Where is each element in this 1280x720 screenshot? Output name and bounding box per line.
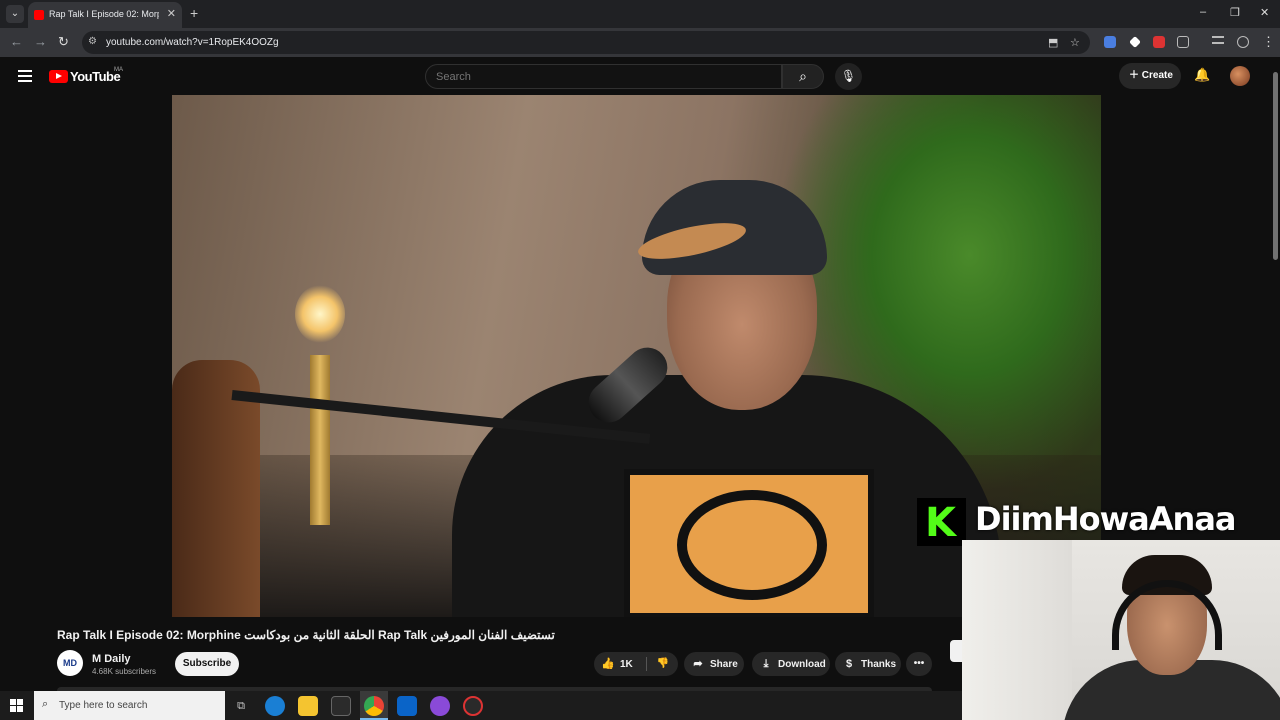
tab-title: Rap Talk I Episode 02: Morp <box>49 9 159 19</box>
tab-close-icon[interactable]: ✕ <box>167 7 176 20</box>
chrome-icon[interactable] <box>364 696 384 716</box>
install-app-icon[interactable]: ⬒ <box>1048 36 1058 49</box>
thumbs-up-icon: 👍 <box>601 658 615 670</box>
share-button[interactable]: ➦ Share <box>684 652 744 676</box>
maximize-button[interactable]: ❐ <box>1230 6 1240 19</box>
channel-avatar[interactable]: MD <box>57 650 83 676</box>
youtube-favicon-icon <box>34 10 44 20</box>
plus-icon: ＋ <box>1129 70 1142 81</box>
microsoft-store-icon[interactable] <box>331 696 351 716</box>
url-text[interactable]: youtube.com/watch?v=1RopEK4OOZg <box>106 37 279 48</box>
kick-logo-icon: K <box>917 498 966 546</box>
edge-browser-icon[interactable] <box>265 696 285 716</box>
extension-diamond-icon[interactable] <box>1129 36 1141 48</box>
browser-tab-youtube[interactable]: Rap Talk I Episode 02: Morp ✕ <box>28 2 182 28</box>
close-window-button[interactable]: ✕ <box>1260 6 1269 19</box>
site-info-icon[interactable]: ⚙ <box>88 36 97 47</box>
video-title: Rap Talk I Episode 02: Morphine الحلقة ا… <box>57 628 555 642</box>
thumbs-down-icon: 👎 <box>656 658 670 669</box>
offscreen-button-edge[interactable] <box>950 640 962 662</box>
windows-start-icon[interactable] <box>10 699 23 712</box>
video-lamp-base <box>310 355 330 525</box>
taskbar-search-text: Type here to search <box>59 700 148 711</box>
download-label: Download <box>778 659 826 670</box>
microphone-icon: 🎙 <box>840 69 857 83</box>
obs-recording-icon[interactable] <box>463 696 483 716</box>
reload-icon[interactable]: ↻ <box>58 34 69 50</box>
taskbar-search-icon: ⌕ <box>42 698 49 710</box>
like-divider <box>646 657 647 671</box>
share-label: Share <box>710 659 738 670</box>
new-tab-button[interactable]: + <box>190 5 198 21</box>
search-box[interactable] <box>425 64 782 89</box>
outlook-icon[interactable] <box>397 696 417 716</box>
back-icon[interactable]: ← <box>10 34 23 49</box>
extension-red-icon[interactable] <box>1153 36 1165 48</box>
download-button[interactable]: ⤓ Download <box>752 652 830 676</box>
media-controls-icon[interactable] <box>1212 36 1224 44</box>
download-icon: ⤓ <box>763 658 769 670</box>
share-arrow-icon: ➦ <box>693 658 703 670</box>
subscriber-count: 4.68K subscribers <box>92 667 157 676</box>
search-icon: ⌕ <box>799 68 807 84</box>
video-lamp-bulb <box>295 285 345 343</box>
region-code: MA <box>114 67 123 73</box>
dislike-button[interactable]: 👎 <box>648 652 678 676</box>
task-view-icon[interactable]: ⧉ <box>231 696 251 716</box>
streamer-name-overlay: DiimHowaAnaa <box>975 500 1236 538</box>
create-button[interactable]: ＋ Create <box>1119 63 1181 89</box>
scrollbar-thumb[interactable] <box>1273 72 1278 260</box>
webcam-door <box>962 540 1072 720</box>
extensions-puzzle-icon[interactable] <box>1177 36 1189 48</box>
forward-icon[interactable]: → <box>34 34 47 49</box>
browser-toolbar: ← → ↻ ⚙ youtube.com/watch?v=1RopEK4OOZg … <box>0 28 1280 57</box>
browser-tab-strip: ⌄ Rap Talk I Episode 02: Morp ✕ + – ❐ ✕ <box>0 0 1280 28</box>
account-avatar[interactable] <box>1230 66 1250 86</box>
tab-search-button[interactable]: ⌄ <box>6 5 24 23</box>
webcam-overlay <box>962 540 1280 720</box>
channel-name[interactable]: M Daily <box>92 653 131 665</box>
windows-taskbar: ⌕ Type here to search ⧉ <box>0 691 962 720</box>
like-dislike-group: 👍 1K 👎 <box>594 652 678 676</box>
kick-letter: K <box>925 500 956 546</box>
page-scrollbar[interactable] <box>1272 60 1280 520</box>
bookmark-star-icon[interactable]: ☆ <box>1070 36 1080 49</box>
notifications-bell-icon[interactable]: 🔔 <box>1194 67 1210 83</box>
youtube-logo-icon[interactable] <box>49 70 68 83</box>
app-purple-icon[interactable] <box>430 696 450 716</box>
video-tree-logo <box>677 490 827 600</box>
address-bar[interactable]: ⚙ youtube.com/watch?v=1RopEK4OOZg ⬒ ☆ <box>82 31 1090 54</box>
search-input[interactable] <box>436 71 766 83</box>
youtube-header: YouTube MA ⌕ 🎙 ＋ Create 🔔 <box>0 57 1280 95</box>
thanks-label: Thanks <box>861 659 897 670</box>
subscribe-button[interactable]: Subscribe <box>175 652 239 676</box>
create-label: Create <box>1141 70 1173 81</box>
voice-search-button[interactable]: 🎙 <box>835 63 862 90</box>
guide-menu-icon[interactable] <box>18 70 32 85</box>
like-count: 1K <box>620 659 633 670</box>
screen: ⌄ Rap Talk I Episode 02: Morp ✕ + – ❐ ✕ … <box>0 0 1280 720</box>
file-explorer-icon[interactable] <box>298 696 318 716</box>
thanks-button[interactable]: $ Thanks <box>835 652 901 676</box>
taskbar-search-box[interactable]: ⌕ Type here to search <box>34 691 225 720</box>
youtube-logo-text[interactable]: YouTube <box>70 69 121 84</box>
thanks-dollar-icon: $ <box>845 658 853 670</box>
profile-icon[interactable] <box>1237 36 1249 48</box>
more-actions-button[interactable]: ••• <box>906 652 932 676</box>
minimize-button[interactable]: – <box>1200 6 1206 18</box>
extension-translate-icon[interactable] <box>1104 36 1116 48</box>
like-button[interactable]: 👍 1K <box>594 652 644 676</box>
search-button[interactable]: ⌕ <box>782 64 824 89</box>
browser-menu-icon[interactable]: ⋮ <box>1262 34 1275 50</box>
